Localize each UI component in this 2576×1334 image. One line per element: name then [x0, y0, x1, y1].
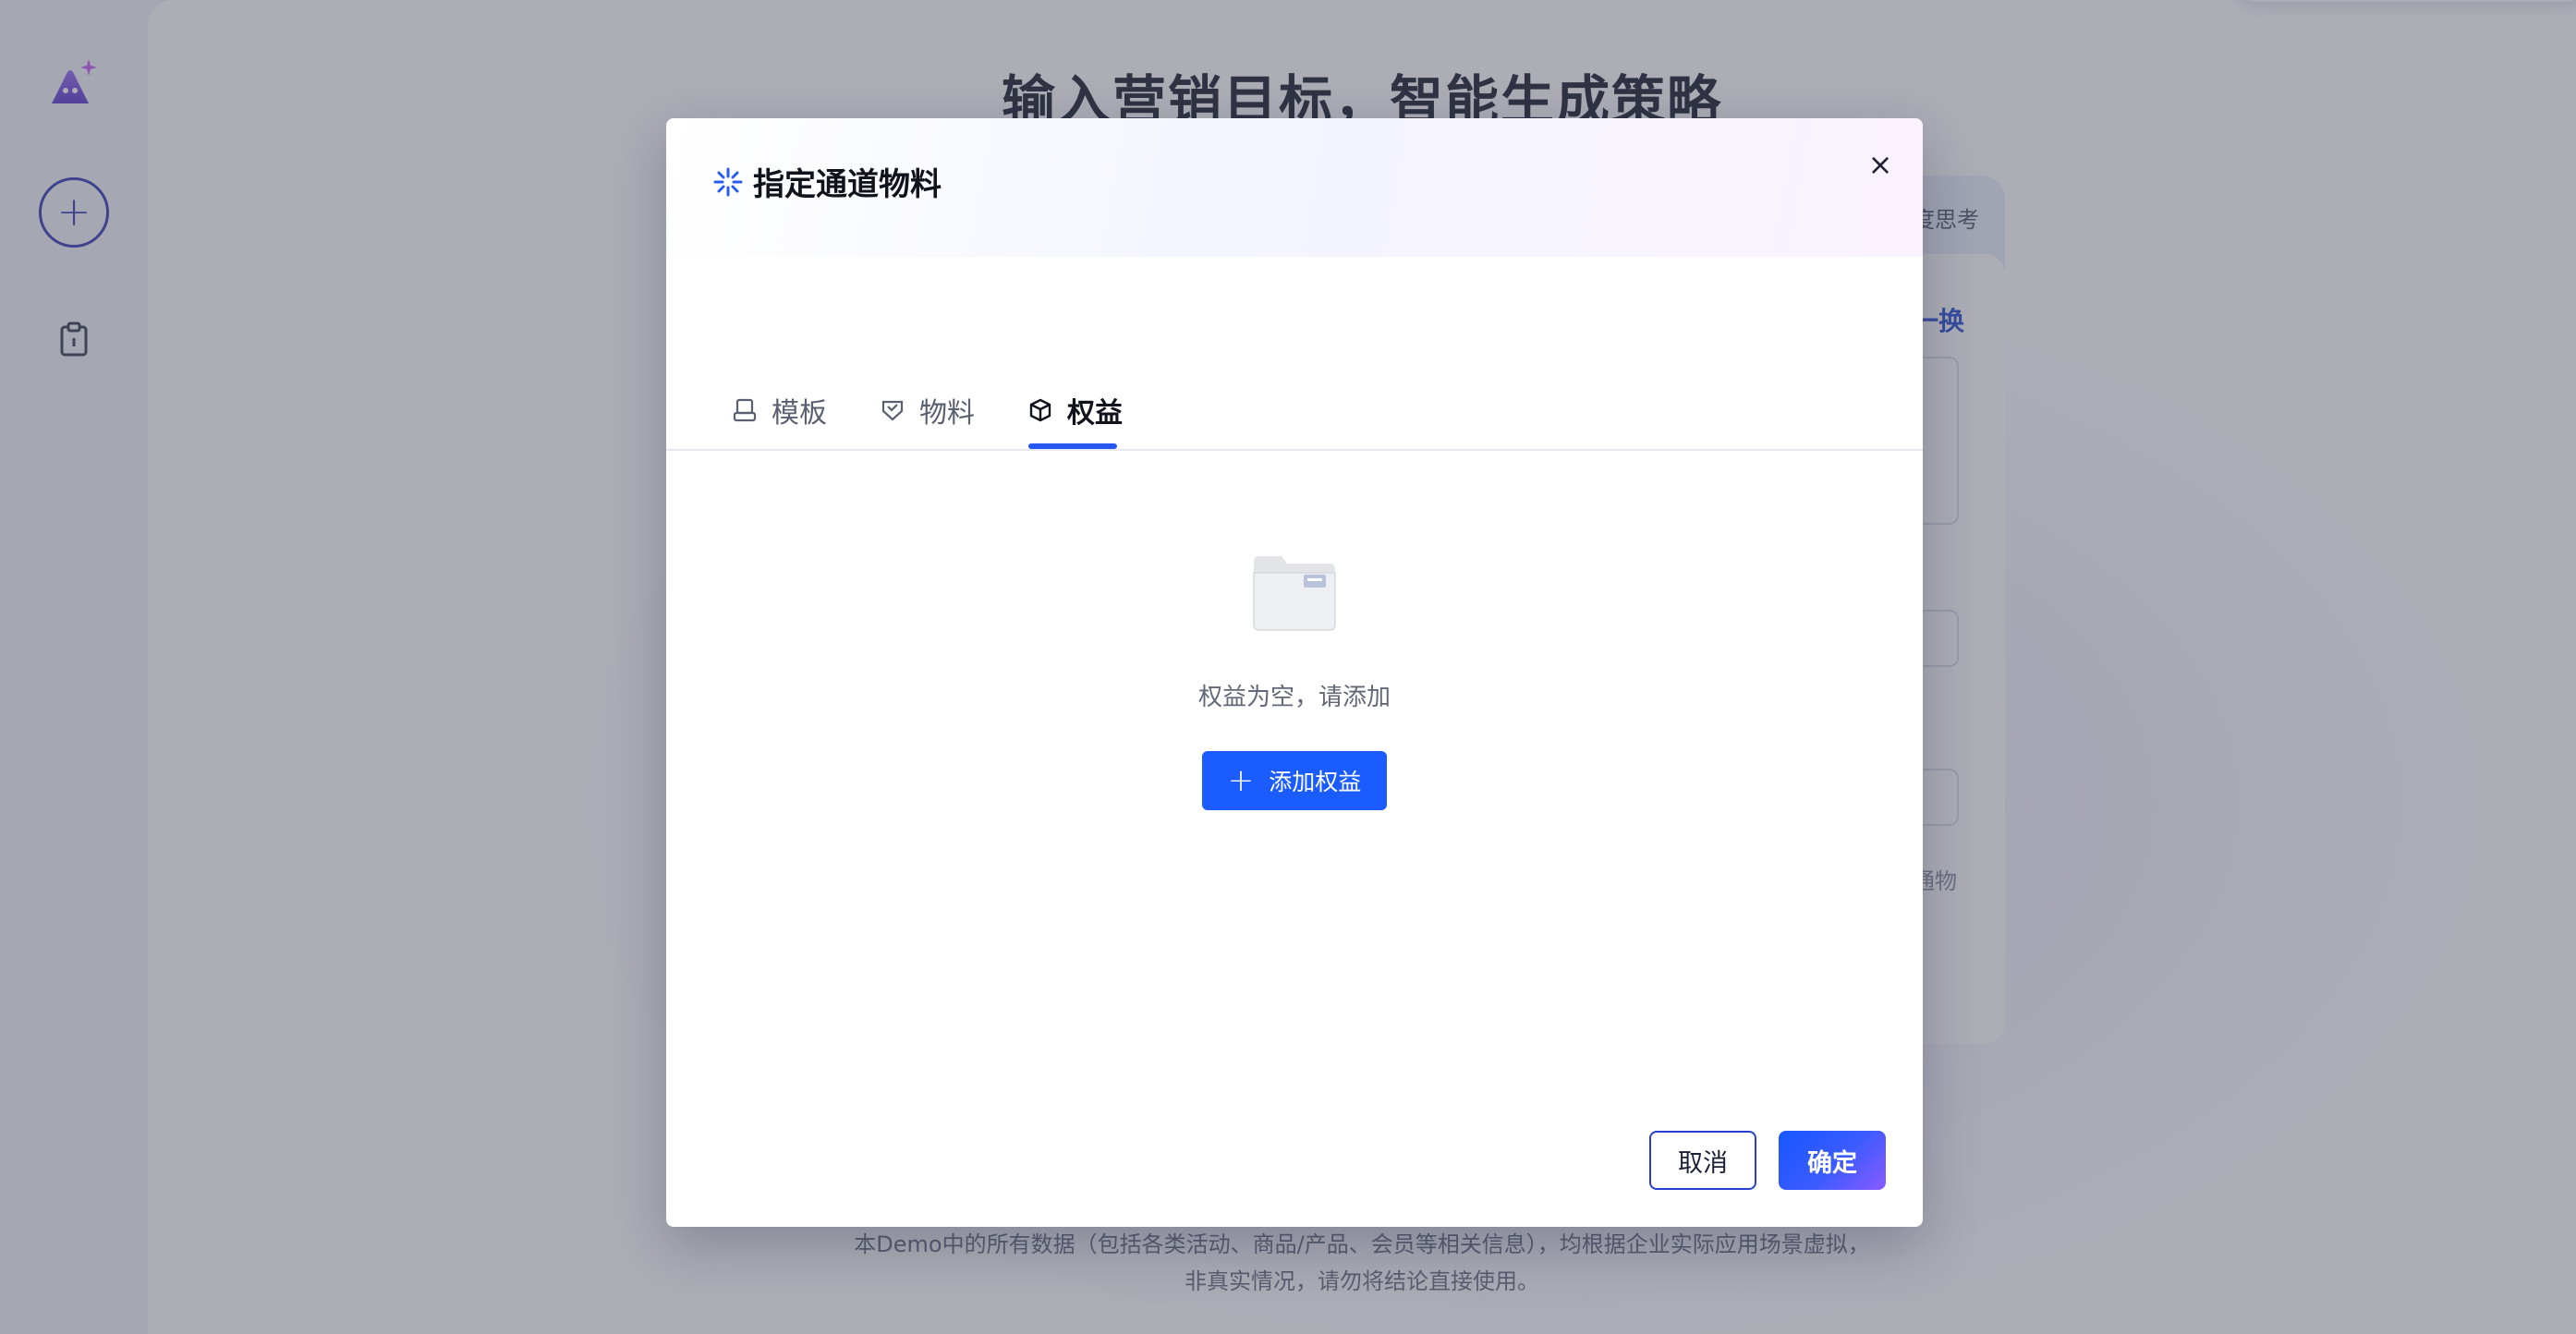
tab-active-indicator: [1028, 443, 1117, 449]
plus-icon: +: [1227, 762, 1255, 799]
sparkle-icon: [713, 167, 743, 197]
close-icon[interactable]: ×: [1864, 148, 1897, 181]
tab-benefits-label: 权益: [1067, 397, 1123, 430]
tab-benefits[interactable]: 权益: [1028, 382, 1123, 438]
tab-bar-divider: [666, 449, 1923, 451]
cancel-button[interactable]: 取消: [1649, 1131, 1756, 1190]
dialog-title: 指定通道物料: [753, 166, 942, 203]
add-benefit-button[interactable]: + 添加权益: [1202, 751, 1387, 810]
add-benefit-label: 添加权益: [1269, 769, 1362, 795]
template-icon: [733, 398, 757, 422]
empty-folder-icon: [1253, 556, 1336, 631]
tab-material[interactable]: 物料: [881, 382, 975, 438]
tab-material-label: 物料: [919, 397, 975, 430]
empty-state: 权益为空，请添加 + 添加权益: [666, 552, 1923, 810]
empty-text: 权益为空，请添加: [1197, 684, 1391, 711]
confirm-button[interactable]: 确定: [1779, 1131, 1886, 1190]
tab-template[interactable]: 模板: [733, 382, 827, 438]
box-icon: [1029, 398, 1051, 422]
app-root: + 输入营销目标，智能生成策略 本Demo中的所有数据（包括各类活动、商品/产品…: [0, 0, 2576, 1334]
tab-template-label: 模板: [772, 397, 827, 430]
material-icon: [881, 400, 904, 421]
channel-material-dialog: 指定通道物料 × 模板 物料 权益 权益为空，请添加 + 添加权益 取消 确定: [666, 118, 1923, 1227]
